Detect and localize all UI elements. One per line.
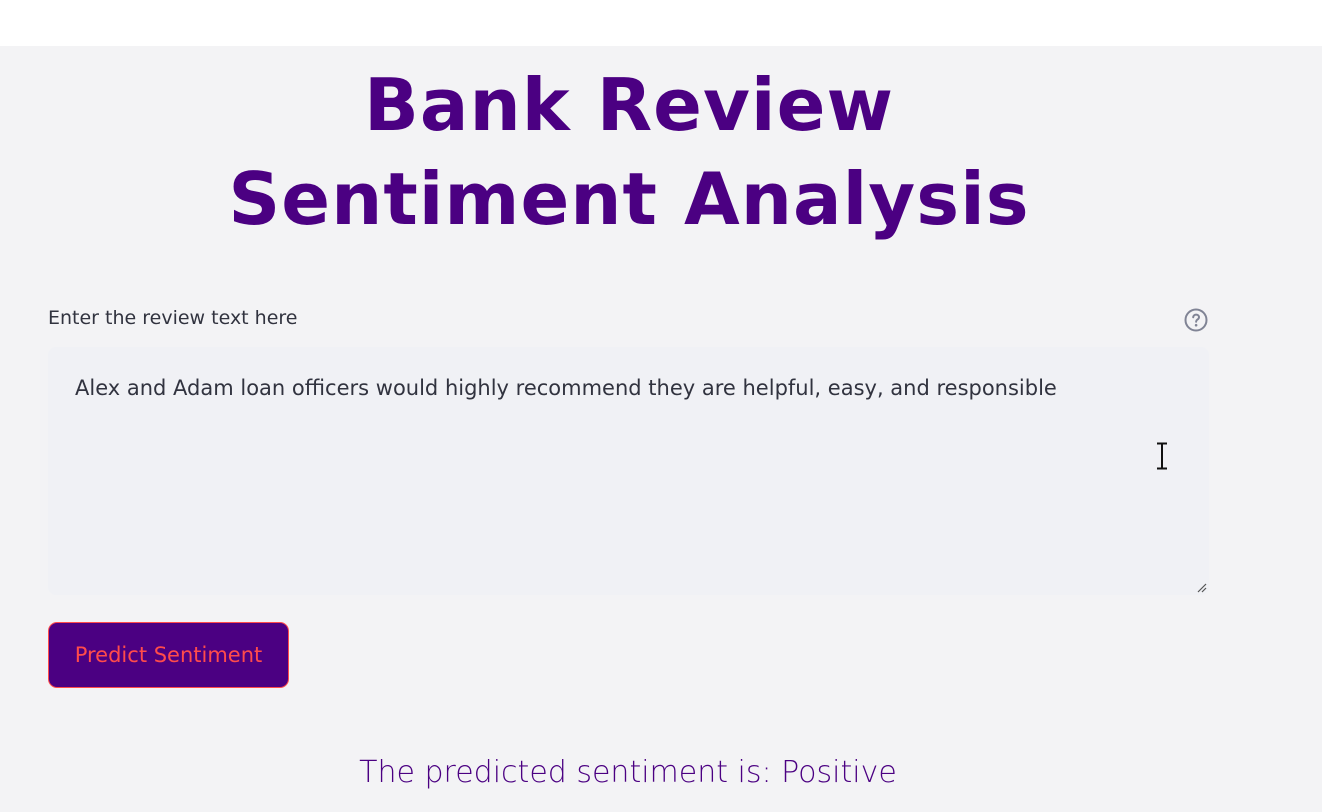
review-textarea[interactable]: Alex and Adam loan officers would highly…: [48, 347, 1209, 595]
question-circle-icon: [1184, 308, 1208, 332]
review-textarea-container: Alex and Adam loan officers would highly…: [48, 347, 1209, 595]
text-cursor-icon: [1157, 442, 1167, 470]
predict-sentiment-button[interactable]: Predict Sentiment: [48, 622, 289, 688]
app-header: [0, 0, 1322, 46]
help-icon[interactable]: [1184, 308, 1208, 332]
page-title: Bank Review Sentiment Analysis: [228, 63, 1030, 241]
review-input-label: Enter the review text here: [48, 307, 298, 329]
prediction-result: The predicted sentiment is: Positive: [359, 755, 897, 790]
resize-handle-icon[interactable]: [1195, 581, 1207, 593]
